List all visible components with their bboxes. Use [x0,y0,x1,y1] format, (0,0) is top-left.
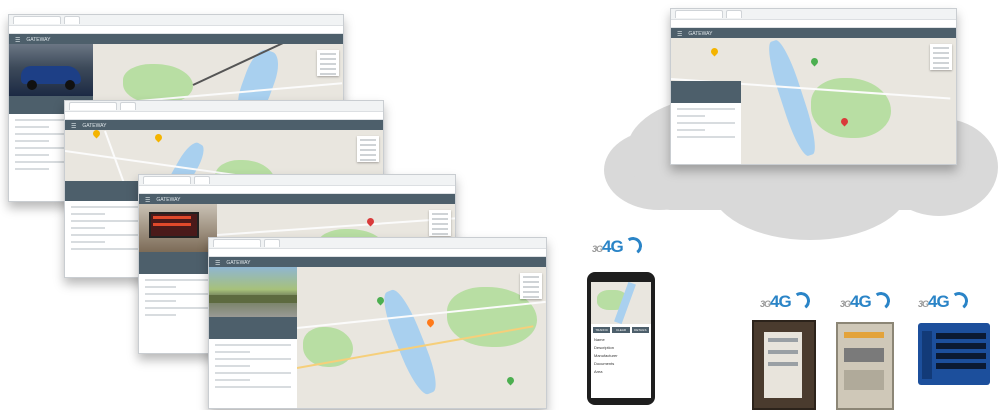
browser-tabbar [209,238,546,249]
browser-tab[interactable] [213,239,261,247]
phone-clear-button[interactable]: CLEAR [612,327,630,333]
street-photo [209,267,297,317]
browser-tabbar [65,101,383,112]
signal-icon [870,290,892,312]
phone-label-documents: Documents [594,361,615,366]
app-window-4: ☰ GATEWAY [208,237,547,409]
signal-icon [622,235,644,257]
signal-icon [948,290,970,312]
phone-traffic-button[interactable]: TRAFFIC [593,327,611,333]
new-tab[interactable] [726,10,742,18]
address-bar[interactable] [209,249,546,257]
network-tag-sign: 3G4G [918,290,970,312]
browser-tabbar [671,9,956,20]
detail-header [209,317,297,339]
detail-panel [671,103,741,164]
phone-label-manufacturer: Manufacturer [594,353,618,358]
phone-details-button[interactable]: DETAILS [631,327,649,333]
cloud-app-window: ☰ GATEWAY [670,8,957,165]
map-legend[interactable] [930,44,952,70]
detail-panel [209,339,297,408]
address-bar[interactable] [65,112,383,120]
signal-icon [790,290,812,312]
detail-header [671,81,741,103]
address-bar[interactable] [139,186,455,194]
sign-photo [139,204,217,252]
app-title: GATEWAY [156,197,181,203]
network-tag-phone: 3G4G [592,235,644,257]
detail-header [139,252,217,274]
menu-icon[interactable]: ☰ [145,197,150,204]
app-title: GATEWAY [26,37,51,43]
cabinet-dark [752,320,816,410]
led-sign-panel [918,323,990,385]
address-bar[interactable] [671,20,956,28]
map-view[interactable] [297,267,546,408]
cabinet-open [836,322,894,410]
phone-screen[interactable]: TRAFFIC CLEAR DETAILS Name Description M… [591,282,651,398]
new-tab[interactable] [64,16,80,24]
browser-tabbar [9,15,343,26]
detail-panel [65,201,149,277]
browser-tab[interactable] [143,176,191,184]
car-photo [9,44,93,96]
detail-panel [139,274,217,353]
network-tag-cabinet-2: 3G4G [840,290,892,312]
map-legend[interactable] [317,50,339,76]
browser-tab[interactable] [13,16,61,24]
app-title: GATEWAY [688,31,713,37]
app-title: GATEWAY [226,260,251,266]
menu-icon[interactable]: ☰ [215,260,220,267]
menu-icon[interactable]: ☰ [15,37,20,44]
phone-label-description: Description [594,345,615,350]
new-tab[interactable] [194,176,210,184]
phone-label-area: Area [594,369,603,374]
network-tag-cabinet-1: 3G4G [760,290,812,312]
address-bar[interactable] [9,26,343,34]
browser-tabbar [139,175,455,186]
new-tab[interactable] [120,102,136,110]
browser-tab[interactable] [69,102,117,110]
menu-icon[interactable]: ☰ [71,123,76,130]
menu-icon[interactable]: ☰ [677,31,682,38]
app-title: GATEWAY [82,123,107,129]
map-legend[interactable] [357,136,379,162]
map-legend[interactable] [429,210,451,236]
map-legend[interactable] [520,273,542,299]
phone-label-name: Name [594,337,605,342]
new-tab[interactable] [264,239,280,247]
browser-tab[interactable] [675,10,723,18]
phone-device: TRAFFIC CLEAR DETAILS Name Description M… [587,272,655,405]
detail-header [65,181,149,201]
